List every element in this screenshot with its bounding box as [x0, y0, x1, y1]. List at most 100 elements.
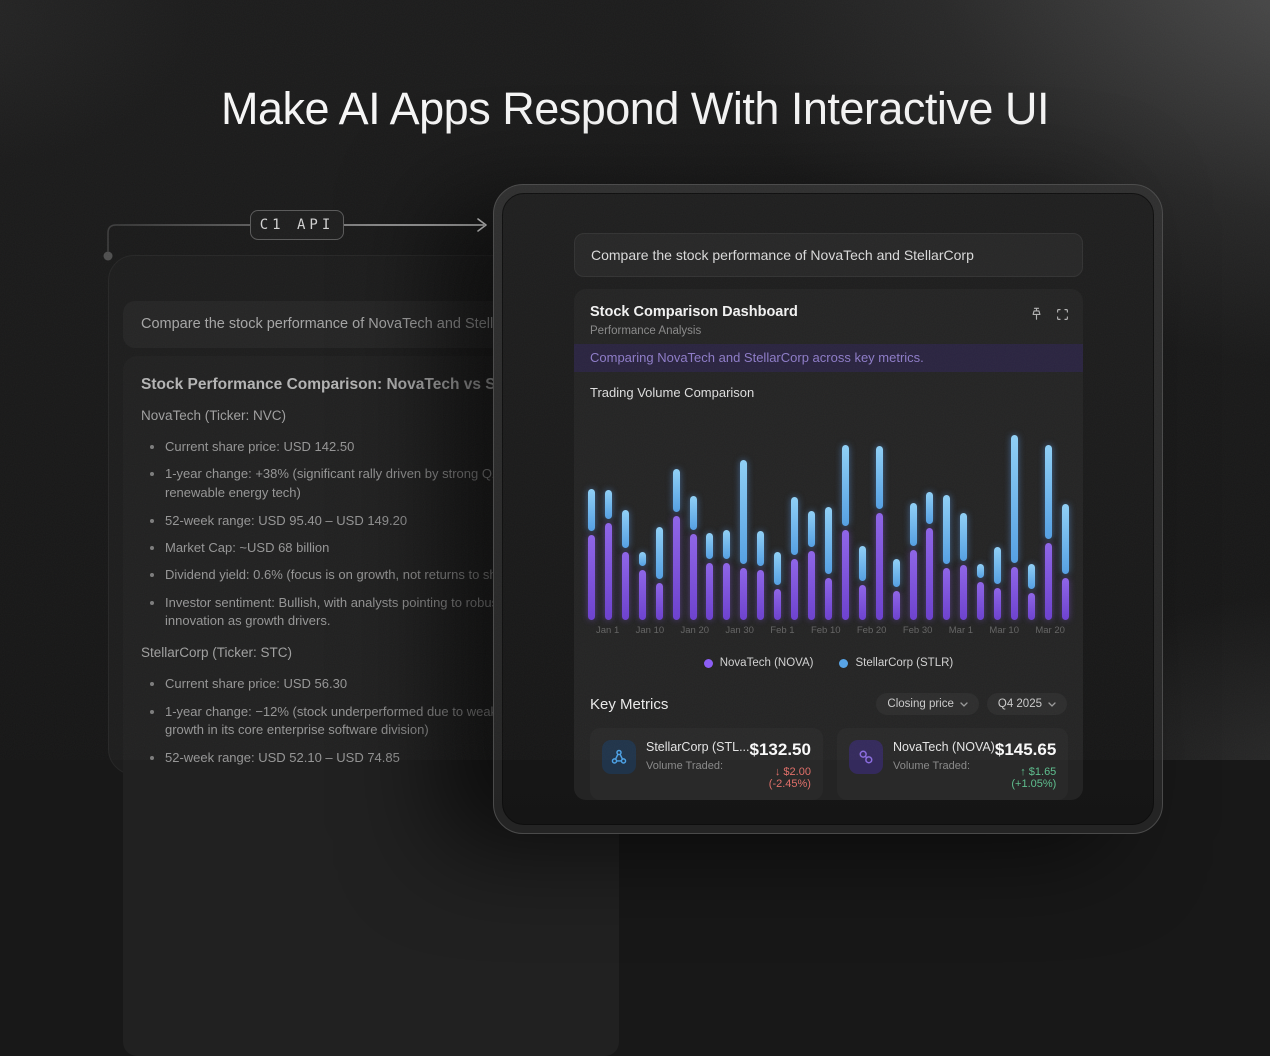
expand-icon[interactable] — [1056, 308, 1069, 321]
novatech-bar-segment — [1045, 543, 1052, 620]
bar-group — [774, 552, 781, 620]
c1-api-badge: C1 API — [250, 210, 344, 240]
bar-group — [926, 492, 933, 620]
stellarcorp-bar-segment — [842, 445, 849, 526]
novatech-bar-segment — [740, 568, 747, 620]
chevron-down-icon — [1048, 698, 1056, 710]
bar-group — [994, 547, 1001, 620]
bar-group — [960, 513, 967, 620]
novatech-bar-segment — [825, 578, 832, 620]
bar-group — [1045, 445, 1052, 620]
metric-card-right: $132.50↓ $2.00 (-2.45%) — [750, 740, 811, 788]
pin-icon[interactable] — [1030, 307, 1043, 321]
metric-card-text: StellarCorp (STL...Volume Traded: — [646, 740, 750, 788]
stellarcorp-bar-segment — [656, 527, 663, 579]
novatech-bar-segment — [842, 530, 849, 620]
bar-group — [639, 552, 646, 620]
bar-group — [842, 445, 849, 620]
x-tick-label: Mar 20 — [1035, 625, 1065, 636]
stellarcorp-bar-segment — [960, 513, 967, 561]
stellarcorp-bar-segment — [926, 492, 933, 524]
stellarcorp-bar-segment — [910, 503, 917, 546]
novatech-bar-segment — [808, 551, 815, 620]
stellarcorp-bar-segment — [774, 552, 781, 585]
bar-group — [673, 469, 680, 620]
novatech-bar-segment — [1028, 593, 1035, 620]
stellarcorp-bar-segment — [605, 490, 612, 519]
chart-x-axis-ticks: Jan 1Jan 10Jan 20Jan 30Feb 1Feb 10Feb 20… — [588, 625, 1069, 636]
novatech-bar-segment — [926, 528, 933, 620]
bar-group — [1028, 564, 1035, 620]
bar-group — [757, 531, 764, 620]
filter-dropdown[interactable]: Q4 2025 — [987, 693, 1067, 715]
bar-group — [825, 507, 832, 620]
bar-group — [588, 489, 595, 620]
filter-dropdown-label: Closing price — [887, 698, 953, 710]
key-metrics-row: Key Metrics Closing price Q4 2025 — [590, 693, 1067, 715]
bar-group — [622, 510, 629, 620]
novatech-bar-segment — [977, 582, 984, 620]
metric-card-name: NovaTech (NOVA) — [893, 740, 995, 754]
legend-dot — [839, 659, 848, 668]
novatech-bar-segment — [1011, 567, 1018, 620]
stellarcorp-bar-segment — [893, 559, 900, 587]
novatech-bar-segment — [723, 563, 730, 620]
novatech-bar-segment — [757, 570, 764, 620]
stock-dashboard-card: Stock Comparison Dashboard Performance A… — [574, 289, 1083, 800]
hero-title: Make AI Apps Respond With Interactive UI — [0, 83, 1270, 135]
legend-item: NovaTech (NOVA) — [704, 657, 814, 669]
bar-group — [605, 490, 612, 620]
x-tick-label: Feb 10 — [811, 625, 841, 636]
metric-card-change: ↑ $1.65 (+1.05%) — [995, 766, 1056, 790]
novatech-bar-segment — [774, 589, 781, 620]
key-metrics-heading: Key Metrics — [590, 696, 668, 713]
metric-card-label: Volume Traded: — [893, 760, 995, 772]
legend-item: StellarCorp (STLR) — [839, 657, 953, 669]
novatech-bar-segment — [706, 563, 713, 620]
legend-label: NovaTech (NOVA) — [720, 657, 814, 669]
stellarcorp-bar-segment — [791, 497, 798, 555]
novatech-bar-segment — [960, 565, 967, 620]
analysis-callout: Comparing NovaTech and StellarCorp acros… — [574, 344, 1083, 372]
chart-legend: NovaTech (NOVA) StellarCorp (STLR) — [574, 657, 1083, 669]
bar-group — [943, 495, 950, 620]
stellarcorp-bar-segment — [1028, 564, 1035, 589]
metric-card-price: $145.65 — [995, 740, 1056, 760]
x-tick-label: Feb 1 — [770, 625, 794, 636]
bar-group — [656, 527, 663, 620]
stellarcorp-bar-segment — [690, 496, 697, 530]
link-icon — [849, 740, 883, 774]
stellarcorp-bar-segment — [825, 507, 832, 574]
filter-pills: Closing price Q4 2025 — [876, 693, 1067, 715]
metric-card: NovaTech (NOVA) Volume Traded:$145.65 ↑ $1… — [837, 728, 1068, 800]
bar-group — [690, 496, 697, 620]
metric-card-left: StellarCorp (STL...Volume Traded: — [602, 740, 750, 788]
novatech-bar-segment — [994, 588, 1001, 620]
stellarcorp-bar-segment — [943, 495, 950, 564]
stellarcorp-bar-segment — [588, 489, 595, 531]
c1-api-badge-label: C1 API — [260, 217, 335, 233]
metric-cards: StellarCorp (STL...Volume Traded:$132.50… — [590, 728, 1067, 800]
stellarcorp-bar-segment — [706, 533, 713, 559]
dashboard-content: Compare the stock performance of NovaTec… — [574, 194, 1083, 824]
novatech-bar-segment — [859, 585, 866, 620]
filter-dropdown[interactable]: Closing price — [876, 693, 978, 715]
bar-group — [1062, 504, 1069, 620]
stellarcorp-bar-segment — [859, 546, 866, 581]
bar-group — [1011, 435, 1018, 620]
stellarcorp-bar-segment — [1011, 435, 1018, 563]
stellarcorp-bar-segment — [622, 510, 629, 548]
novatech-bar-segment — [1062, 578, 1069, 620]
stellarcorp-bar-segment — [639, 552, 646, 566]
novatech-bar-segment — [910, 550, 917, 620]
metric-card-name: StellarCorp (STL... — [646, 740, 750, 754]
novatech-bar-segment — [639, 570, 646, 620]
metric-card-change: ↓ $2.00 (-2.45%) — [750, 766, 811, 790]
stellarcorp-bar-segment — [757, 531, 764, 566]
dashboard-prompt-input[interactable]: Compare the stock performance of NovaTec… — [574, 233, 1083, 277]
stellarcorp-bar-segment — [1062, 504, 1069, 574]
novatech-bar-segment — [588, 535, 595, 620]
bar-group — [977, 564, 984, 620]
novatech-bar-segment — [656, 583, 663, 620]
novatech-bar-segment — [622, 552, 629, 620]
